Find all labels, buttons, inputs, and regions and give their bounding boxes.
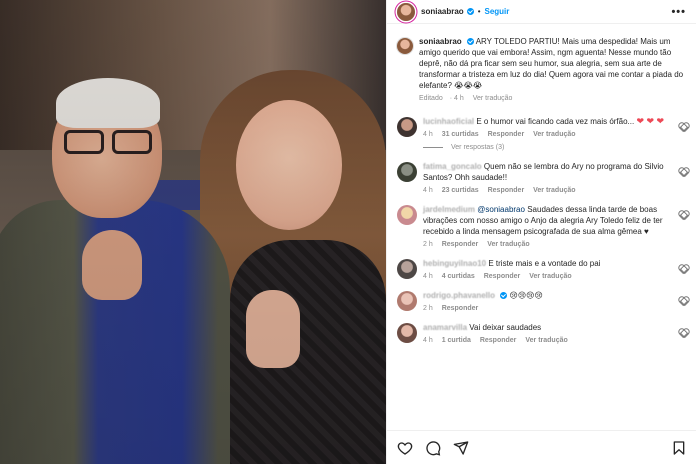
comment-time[interactable]: 2 h bbox=[423, 305, 433, 312]
comment-time[interactable]: 4 h bbox=[423, 337, 433, 344]
commenter-username[interactable]: rodrigo.phavanello bbox=[423, 291, 495, 300]
comment-text: Vai deixar saudades bbox=[469, 323, 542, 332]
like-comment-icon[interactable] bbox=[679, 296, 687, 304]
post-side-panel: soniaabrao • Seguir ••• soniaabrao ARY T… bbox=[386, 0, 696, 464]
comment-time[interactable]: 4 h bbox=[423, 187, 433, 194]
verified-icon bbox=[466, 38, 474, 46]
post-time[interactable]: 4 h bbox=[454, 95, 464, 102]
comment-likes[interactable]: 1 curtida bbox=[442, 337, 471, 344]
like-comment-icon[interactable] bbox=[679, 167, 687, 175]
translate-link[interactable]: Ver tradução bbox=[529, 273, 571, 280]
edited-label: Editado bbox=[419, 95, 443, 102]
commenter-username[interactable]: jardelmedium bbox=[423, 205, 475, 214]
comment-text: 😢😢😢😢 bbox=[509, 291, 543, 300]
reply-button[interactable]: Responder bbox=[480, 337, 517, 344]
commenter-avatar[interactable] bbox=[397, 162, 417, 182]
commenter-username[interactable]: anamarvilla bbox=[423, 323, 467, 332]
bookmark-icon[interactable] bbox=[671, 440, 687, 456]
commenter-username[interactable]: lucinhaoficial bbox=[423, 117, 474, 126]
comments-feed[interactable]: soniaabrao ARY TOLEDO PARTIU! Mais uma d… bbox=[387, 30, 696, 430]
comment-icon[interactable] bbox=[425, 440, 441, 456]
comment-time[interactable]: 4 h bbox=[423, 273, 433, 280]
comment-time[interactable]: 2 h bbox=[423, 241, 433, 248]
translate-link[interactable]: Ver tradução bbox=[525, 337, 567, 344]
comment-text: E o humor vai ficando cada vez mais órfã… bbox=[476, 117, 635, 126]
translate-link[interactable]: Ver tradução bbox=[473, 95, 513, 102]
verified-icon bbox=[500, 292, 508, 300]
comment-likes[interactable]: 4 curtidas bbox=[442, 273, 475, 280]
like-comment-icon[interactable] bbox=[679, 210, 687, 218]
comment-likes[interactable]: 23 curtidas bbox=[442, 187, 479, 194]
post-photo bbox=[0, 0, 386, 464]
more-options-icon[interactable]: ••• bbox=[671, 6, 686, 18]
translate-link[interactable]: Ver tradução bbox=[533, 187, 575, 194]
share-icon[interactable] bbox=[453, 440, 469, 456]
comment-item: anamarvilla Vai deixar saudades 4 h 1 cu… bbox=[397, 322, 687, 344]
author-avatar[interactable] bbox=[397, 2, 415, 21]
commenter-avatar[interactable] bbox=[397, 117, 417, 137]
black-heart-emoji: ♥ bbox=[644, 227, 649, 236]
comment-text: E triste mais e a vontade do pai bbox=[488, 259, 601, 268]
reply-button[interactable]: Responder bbox=[488, 131, 525, 138]
comment-likes[interactable]: 31 curtidas bbox=[442, 131, 479, 138]
commenter-username[interactable]: hebinguyilnao10 bbox=[423, 259, 486, 268]
reply-button[interactable]: Responder bbox=[484, 273, 521, 280]
comment-mention[interactable]: @soniaabrao bbox=[477, 205, 525, 214]
heart-icon[interactable] bbox=[397, 440, 413, 456]
translate-link[interactable]: Ver tradução bbox=[533, 131, 575, 138]
caption-username[interactable]: soniaabrao bbox=[419, 37, 462, 46]
reply-button[interactable]: Responder bbox=[442, 305, 479, 312]
translate-link[interactable]: Ver tradução bbox=[487, 241, 529, 248]
reply-button[interactable]: Responder bbox=[488, 187, 525, 194]
commenter-username[interactable]: fatima_goncalo bbox=[423, 162, 482, 171]
post-action-bar bbox=[387, 430, 696, 464]
commenter-avatar[interactable] bbox=[397, 323, 417, 343]
comment-item: lucinhaoficial E o humor vai ficando cad… bbox=[397, 116, 687, 138]
post-caption: soniaabrao ARY TOLEDO PARTIU! Mais uma d… bbox=[397, 36, 687, 102]
post-header: soniaabrao • Seguir ••• bbox=[387, 0, 696, 24]
verified-icon bbox=[466, 8, 474, 15]
like-comment-icon[interactable] bbox=[679, 264, 687, 272]
like-comment-icon[interactable] bbox=[679, 328, 687, 336]
red-heart-emoji: ❤ ❤ ❤ bbox=[636, 116, 665, 126]
author-avatar[interactable] bbox=[397, 38, 413, 54]
commenter-avatar[interactable] bbox=[397, 259, 417, 279]
view-replies-button[interactable]: Ver respostas (3) bbox=[423, 144, 687, 151]
comment-item: rodrigo.phavanello 😢😢😢😢 2 h Responder bbox=[397, 290, 687, 312]
comment-item: fatima_goncalo Quem não se lembra do Ary… bbox=[397, 161, 687, 194]
reply-button[interactable]: Responder bbox=[442, 241, 479, 248]
comment-time[interactable]: 4 h bbox=[423, 131, 433, 138]
commenter-avatar[interactable] bbox=[397, 205, 417, 225]
like-comment-icon[interactable] bbox=[679, 122, 687, 130]
commenter-avatar[interactable] bbox=[397, 291, 417, 311]
comment-item: hebinguyilnao10 E triste mais e a vontad… bbox=[397, 258, 687, 280]
comment-item: jardelmedium @soniaabrao Saudades dessa … bbox=[397, 204, 687, 248]
author-username[interactable]: soniaabrao bbox=[421, 7, 464, 16]
follow-button[interactable]: Seguir bbox=[485, 7, 510, 16]
